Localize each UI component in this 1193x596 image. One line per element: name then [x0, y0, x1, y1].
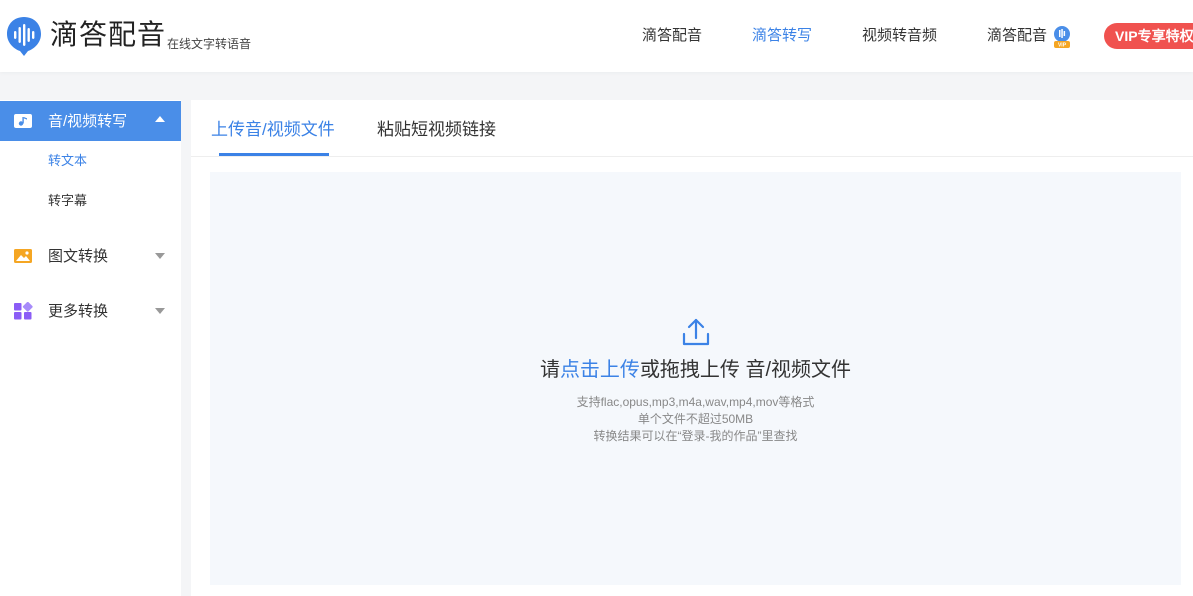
top-header: 滴答配音 在线文字转语音 滴答配音 滴答转写 视频转音频 滴答配音 VIP VI… [0, 0, 1193, 72]
tab-divider [191, 156, 1193, 157]
brand-subtitle: 在线文字转语音 [167, 37, 252, 51]
click-upload-link[interactable]: 点击上传 [560, 359, 640, 381]
upload-icon[interactable] [680, 316, 712, 348]
vip-badge-icon[interactable]: VIP [1052, 25, 1072, 49]
apps-icon [14, 302, 33, 320]
sidebar-section-label: 音/视频转写 [48, 113, 128, 130]
logo-voice-icon[interactable] [6, 15, 42, 57]
brand-title[interactable]: 滴答配音 [50, 17, 166, 53]
upload-title-suffix: 或拖拽上传 音/视频文件 [639, 359, 852, 381]
sidebar-item-to-text[interactable]: 转文本 [48, 152, 87, 170]
music-video-icon [14, 114, 32, 128]
tab-upload-file[interactable]: 上传音/视频文件 [211, 119, 335, 141]
sidebar: 音/视频转写 转文本 转字幕 图文转换 更多转换 [0, 100, 181, 596]
sidebar-item-to-subtitle[interactable]: 转字幕 [48, 192, 87, 210]
upload-hint-results: 转换结果可以在“登录-我的作品”里查找 [593, 429, 798, 443]
upload-dropzone[interactable]: 请点击上传或拖拽上传 音/视频文件 支持flac,opus,mp3,m4a,wa… [210, 172, 1181, 585]
caret-down-icon [155, 253, 165, 259]
sidebar-section-label: 图文转换 [48, 248, 109, 265]
upload-title-prefix: 请 [539, 359, 560, 381]
nav-item-dida-dubbing[interactable]: 滴答配音 [642, 26, 702, 46]
sidebar-section-label: 更多转换 [48, 303, 109, 320]
upload-hint-size: 单个文件不超过50MB [637, 412, 754, 426]
svg-text:VIP: VIP [1058, 43, 1067, 49]
upload-title: 请点击上传或拖拽上传 音/视频文件 [210, 357, 1181, 383]
image-icon [14, 249, 32, 263]
caret-down-icon [155, 308, 165, 314]
nav-item-dida-transcribe[interactable]: 滴答转写 [752, 26, 812, 46]
sidebar-section-av-transcribe[interactable]: 音/视频转写 [0, 101, 181, 141]
vip-privilege-button[interactable]: VIP专享特权 [1104, 23, 1193, 49]
tab-paste-link[interactable]: 粘贴短视频链接 [377, 119, 496, 141]
sidebar-section-more[interactable]: 更多转换 [0, 291, 181, 331]
nav-item-video-to-audio[interactable]: 视频转音频 [862, 26, 937, 46]
nav-item-dida-dubbing-vip[interactable]: 滴答配音 [987, 26, 1047, 46]
caret-up-icon [155, 116, 165, 122]
main-panel: 上传音/视频文件 粘贴短视频链接 请点击上传或拖拽上传 音/视频文件 支持fla… [191, 100, 1193, 596]
upload-hint-formats: 支持flac,opus,mp3,m4a,wav,mp4,mov等格式 [576, 395, 815, 409]
sidebar-section-image-text[interactable]: 图文转换 [0, 236, 181, 276]
